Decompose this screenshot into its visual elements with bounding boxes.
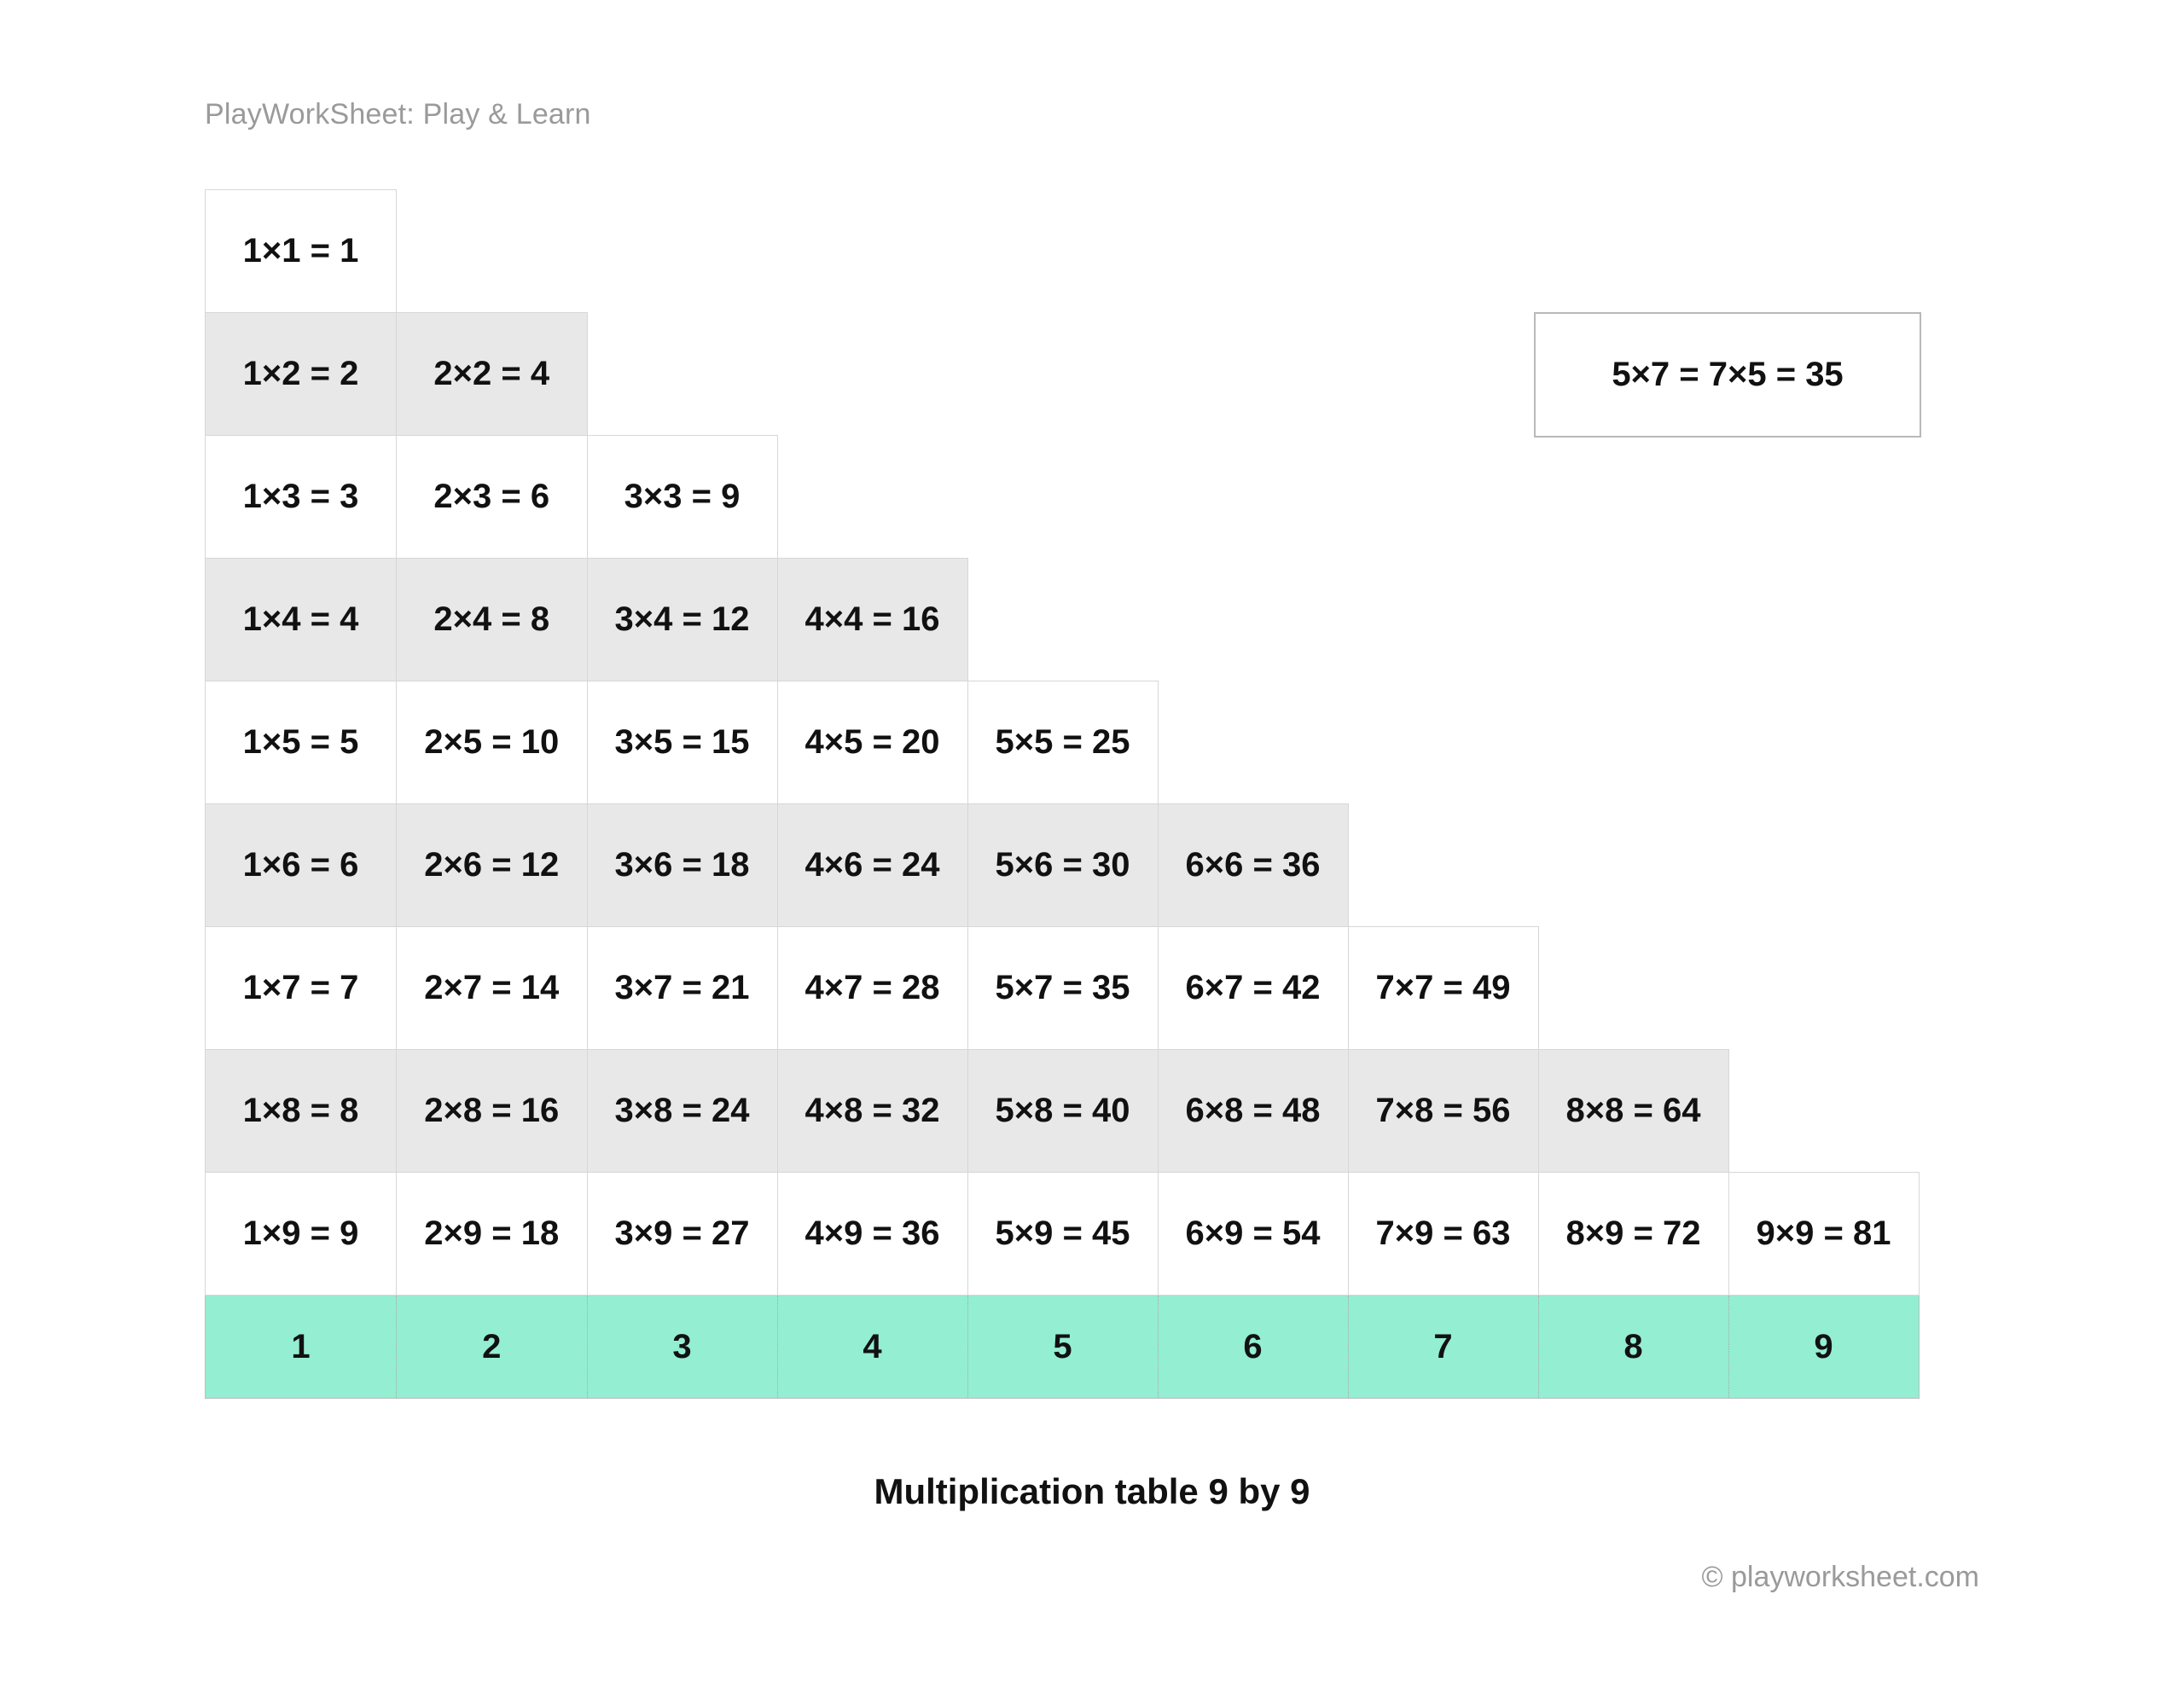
table-cell: 4×4 = 16 xyxy=(777,559,967,681)
table-cell: 3×5 = 15 xyxy=(587,681,777,804)
table-cell: 6×8 = 48 xyxy=(1158,1050,1348,1173)
column-number: 6 xyxy=(1158,1296,1348,1399)
column-number: 7 xyxy=(1348,1296,1538,1399)
table-cell: 9×9 = 81 xyxy=(1728,1173,1919,1296)
column-number: 2 xyxy=(397,1296,588,1399)
table-cell: 7×9 = 63 xyxy=(1348,1173,1538,1296)
table-cell: 1×6 = 6 xyxy=(206,804,397,927)
table-cell: 8×9 = 72 xyxy=(1538,1173,1728,1296)
table-cell: 1×4 = 4 xyxy=(206,559,397,681)
column-number: 1 xyxy=(206,1296,397,1399)
table-cell: 1×5 = 5 xyxy=(206,681,397,804)
table-cell: 1×1 = 1 xyxy=(206,190,397,313)
worksheet-page: PlayWorkSheet: Play & Learn 1×1 = 1 1×2 … xyxy=(0,0,2184,1687)
table-row: 1×1 = 1 xyxy=(206,190,1920,313)
column-number: 9 xyxy=(1728,1296,1919,1399)
table-cell: 5×8 = 40 xyxy=(967,1050,1158,1173)
table-cell: 2×7 = 14 xyxy=(397,927,588,1050)
table-cell: 5×6 = 30 xyxy=(967,804,1158,927)
table-cell: 8×8 = 64 xyxy=(1538,1050,1728,1173)
table-cell: 7×8 = 56 xyxy=(1348,1050,1538,1173)
table-cell: 4×8 = 32 xyxy=(777,1050,967,1173)
table-cell: 1×2 = 2 xyxy=(206,313,397,436)
column-number: 3 xyxy=(587,1296,777,1399)
table-row: 1×6 = 6 2×6 = 12 3×6 = 18 4×6 = 24 5×6 =… xyxy=(206,804,1920,927)
table-cell: 6×9 = 54 xyxy=(1158,1173,1348,1296)
column-number: 8 xyxy=(1538,1296,1728,1399)
table-row: 1×4 = 4 2×4 = 8 3×4 = 12 4×4 = 16 xyxy=(206,559,1920,681)
table-cell: 1×8 = 8 xyxy=(206,1050,397,1173)
table-cell: 4×7 = 28 xyxy=(777,927,967,1050)
copyright-text: © playworksheet.com xyxy=(1701,1561,1979,1594)
table-row: 1×5 = 5 2×5 = 10 3×5 = 15 4×5 = 20 5×5 =… xyxy=(206,681,1920,804)
table-row: 1×3 = 3 2×3 = 6 3×3 = 9 xyxy=(206,436,1920,559)
table-cell: 3×4 = 12 xyxy=(587,559,777,681)
table-caption: Multiplication table 9 by 9 xyxy=(0,1471,2184,1512)
commutative-example-callout: 5×7 = 7×5 = 35 xyxy=(1534,312,1921,438)
table-cell: 2×2 = 4 xyxy=(397,313,588,436)
table-cell: 2×4 = 8 xyxy=(397,559,588,681)
table-cell: 7×7 = 49 xyxy=(1348,927,1538,1050)
table-cell: 3×6 = 18 xyxy=(587,804,777,927)
table-row: 1×8 = 8 2×8 = 16 3×8 = 24 4×8 = 32 5×8 =… xyxy=(206,1050,1920,1173)
table-cell: 3×9 = 27 xyxy=(587,1173,777,1296)
table-cell: 5×7 = 35 xyxy=(967,927,1158,1050)
table-cell: 1×3 = 3 xyxy=(206,436,397,559)
table-cell: 2×6 = 12 xyxy=(397,804,588,927)
table-cell: 2×3 = 6 xyxy=(397,436,588,559)
table-cell: 4×5 = 20 xyxy=(777,681,967,804)
table-cell: 3×7 = 21 xyxy=(587,927,777,1050)
table-cell: 6×6 = 36 xyxy=(1158,804,1348,927)
table-cell: 4×6 = 24 xyxy=(777,804,967,927)
table-cell: 3×8 = 24 xyxy=(587,1050,777,1173)
table-row: 1×9 = 9 2×9 = 18 3×9 = 27 4×9 = 36 5×9 =… xyxy=(206,1173,1920,1296)
table-cell: 3×3 = 9 xyxy=(587,436,777,559)
brand-header: PlayWorkSheet: Play & Learn xyxy=(205,98,591,131)
table-cell: 2×8 = 16 xyxy=(397,1050,588,1173)
table-cell: 4×9 = 36 xyxy=(777,1173,967,1296)
column-number: 5 xyxy=(967,1296,1158,1399)
table-row: 1×7 = 7 2×7 = 14 3×7 = 21 4×7 = 28 5×7 =… xyxy=(206,927,1920,1050)
table-footer-row: 1 2 3 4 5 6 7 8 9 xyxy=(206,1296,1920,1399)
table-cell: 1×7 = 7 xyxy=(206,927,397,1050)
table-cell: 5×5 = 25 xyxy=(967,681,1158,804)
table-cell: 6×7 = 42 xyxy=(1158,927,1348,1050)
table-cell: 5×9 = 45 xyxy=(967,1173,1158,1296)
table-cell: 1×9 = 9 xyxy=(206,1173,397,1296)
table-cell: 2×9 = 18 xyxy=(397,1173,588,1296)
table-cell: 2×5 = 10 xyxy=(397,681,588,804)
column-number: 4 xyxy=(777,1296,967,1399)
